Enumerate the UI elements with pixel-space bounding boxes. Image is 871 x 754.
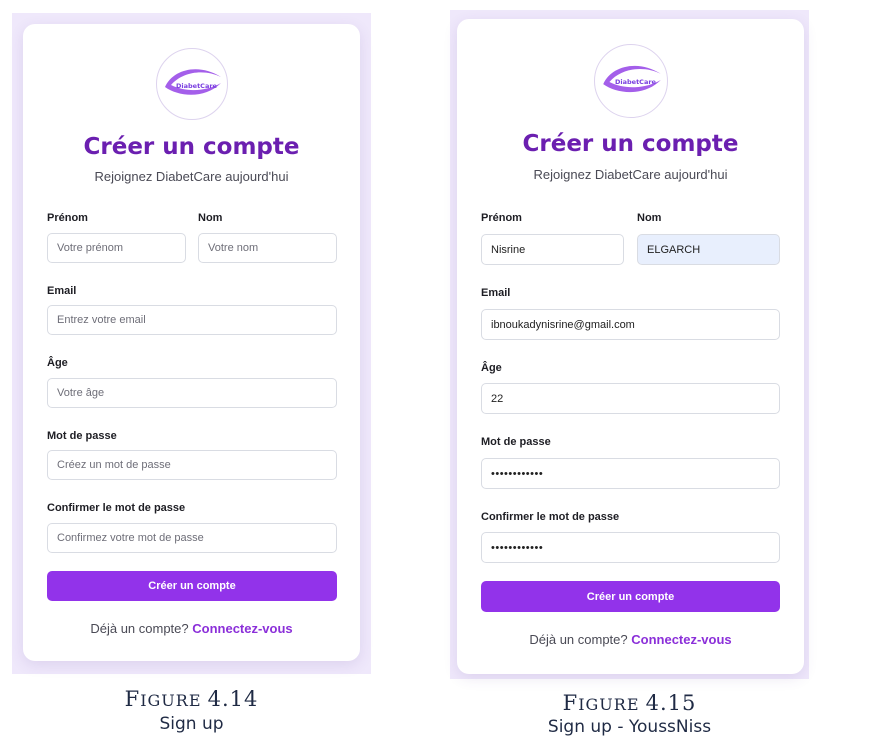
login-prompt-text: Déjà un compte? <box>529 632 628 647</box>
page-title: Créer un compte <box>522 131 739 157</box>
page-subtitle: Rejoignez DiabetCare aujourd'hui <box>94 169 289 184</box>
last-name-label: Nom <box>198 212 223 224</box>
signup-card: DiabetCare Créer un compte Rejoignez Dia… <box>23 24 360 661</box>
age-label: Âge <box>47 357 68 369</box>
page-subtitle: Rejoignez DiabetCare aujourd'hui <box>533 167 728 182</box>
figure-caption-number: FIGURE 4.14 <box>124 687 259 711</box>
logo-text: DiabetCare <box>615 78 656 86</box>
login-prompt-text: Déjà un compte? <box>90 621 189 636</box>
figure-caption-title: Sign up - YoussNiss <box>547 717 712 737</box>
last-name-input[interactable]: ELGARCH <box>637 234 780 265</box>
password-input[interactable]: •••••••••••• <box>481 458 780 489</box>
logo: DiabetCare <box>156 48 228 120</box>
logo: DiabetCare <box>594 44 668 118</box>
email-input[interactable]: Entrez votre email <box>47 305 337 335</box>
confirm-password-input[interactable]: •••••••••••• <box>481 532 780 563</box>
login-link[interactable]: Connectez-vous <box>192 621 292 636</box>
last-name-input[interactable]: Votre nom <box>198 233 337 263</box>
password-input[interactable]: Créez un mot de passe <box>47 450 337 480</box>
logo-text: DiabetCare <box>176 82 217 90</box>
age-input[interactable]: Votre âge <box>47 378 337 408</box>
age-label: Âge <box>481 362 502 374</box>
first-name-input[interactable]: Votre prénom <box>47 233 186 263</box>
confirm-password-input[interactable]: Confirmez votre mot de passe <box>47 523 337 553</box>
figure-caption-title: Sign up <box>159 714 224 734</box>
confirm-password-label: Confirmer le mot de passe <box>481 511 620 523</box>
age-input[interactable]: 22 <box>481 383 780 414</box>
email-input[interactable]: ibnoukadynisrine@gmail.com <box>481 309 780 340</box>
first-name-input[interactable]: Nisrine <box>481 234 624 265</box>
signup-card-filled: DiabetCare Créer un compte Rejoignez Dia… <box>457 19 804 674</box>
create-account-button[interactable]: Créer un compte <box>481 581 780 612</box>
confirm-password-label: Confirmer le mot de passe <box>47 502 186 514</box>
create-account-button[interactable]: Créer un compte <box>47 571 337 601</box>
password-label: Mot de passe <box>481 436 551 448</box>
login-link[interactable]: Connectez-vous <box>631 632 731 647</box>
last-name-label: Nom <box>637 212 662 224</box>
password-label: Mot de passe <box>47 430 117 442</box>
first-name-label: Prénom <box>481 212 522 224</box>
page-title: Créer un compte <box>83 134 300 160</box>
login-prompt: Déjà un compte? Connectez-vous <box>23 621 360 636</box>
figure-caption-number: FIGURE 4.15 <box>562 691 697 715</box>
login-prompt: Déjà un compte? Connectez-vous <box>457 632 804 647</box>
first-name-label: Prénom <box>47 212 88 224</box>
email-label: Email <box>47 285 77 297</box>
email-label: Email <box>481 287 511 299</box>
